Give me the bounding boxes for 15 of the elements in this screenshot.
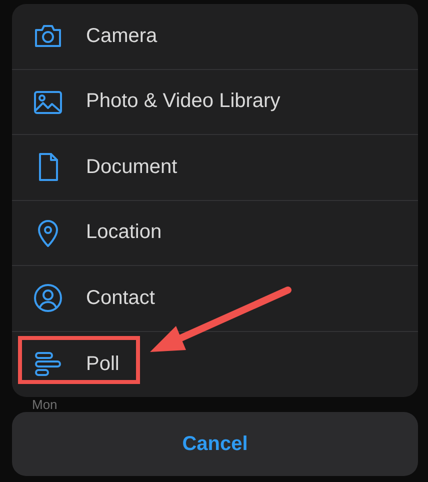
menu-item-label: Contact <box>86 286 155 310</box>
menu-item[interactable]: Document <box>12 135 418 200</box>
menu-item[interactable]: Poll <box>12 332 418 397</box>
menu-item-label: Document <box>86 156 178 179</box>
menu-item[interactable]: Location <box>12 200 418 266</box>
cancel-button[interactable]: Cancel <box>12 412 418 476</box>
day-label: Mon <box>32 398 58 412</box>
menu-item[interactable]: Contact <box>12 266 418 332</box>
menu-item[interactable]: Photo & Video Library <box>12 70 418 135</box>
menu-item-label: Photo & Video Library <box>86 90 280 114</box>
menu-item[interactable]: Camera <box>12 4 418 70</box>
menu-item-label: Camera <box>86 24 158 48</box>
menu-item-label: Location <box>86 221 162 244</box>
menu-item-label: Poll <box>86 352 120 376</box>
person-icon <box>32 282 64 314</box>
